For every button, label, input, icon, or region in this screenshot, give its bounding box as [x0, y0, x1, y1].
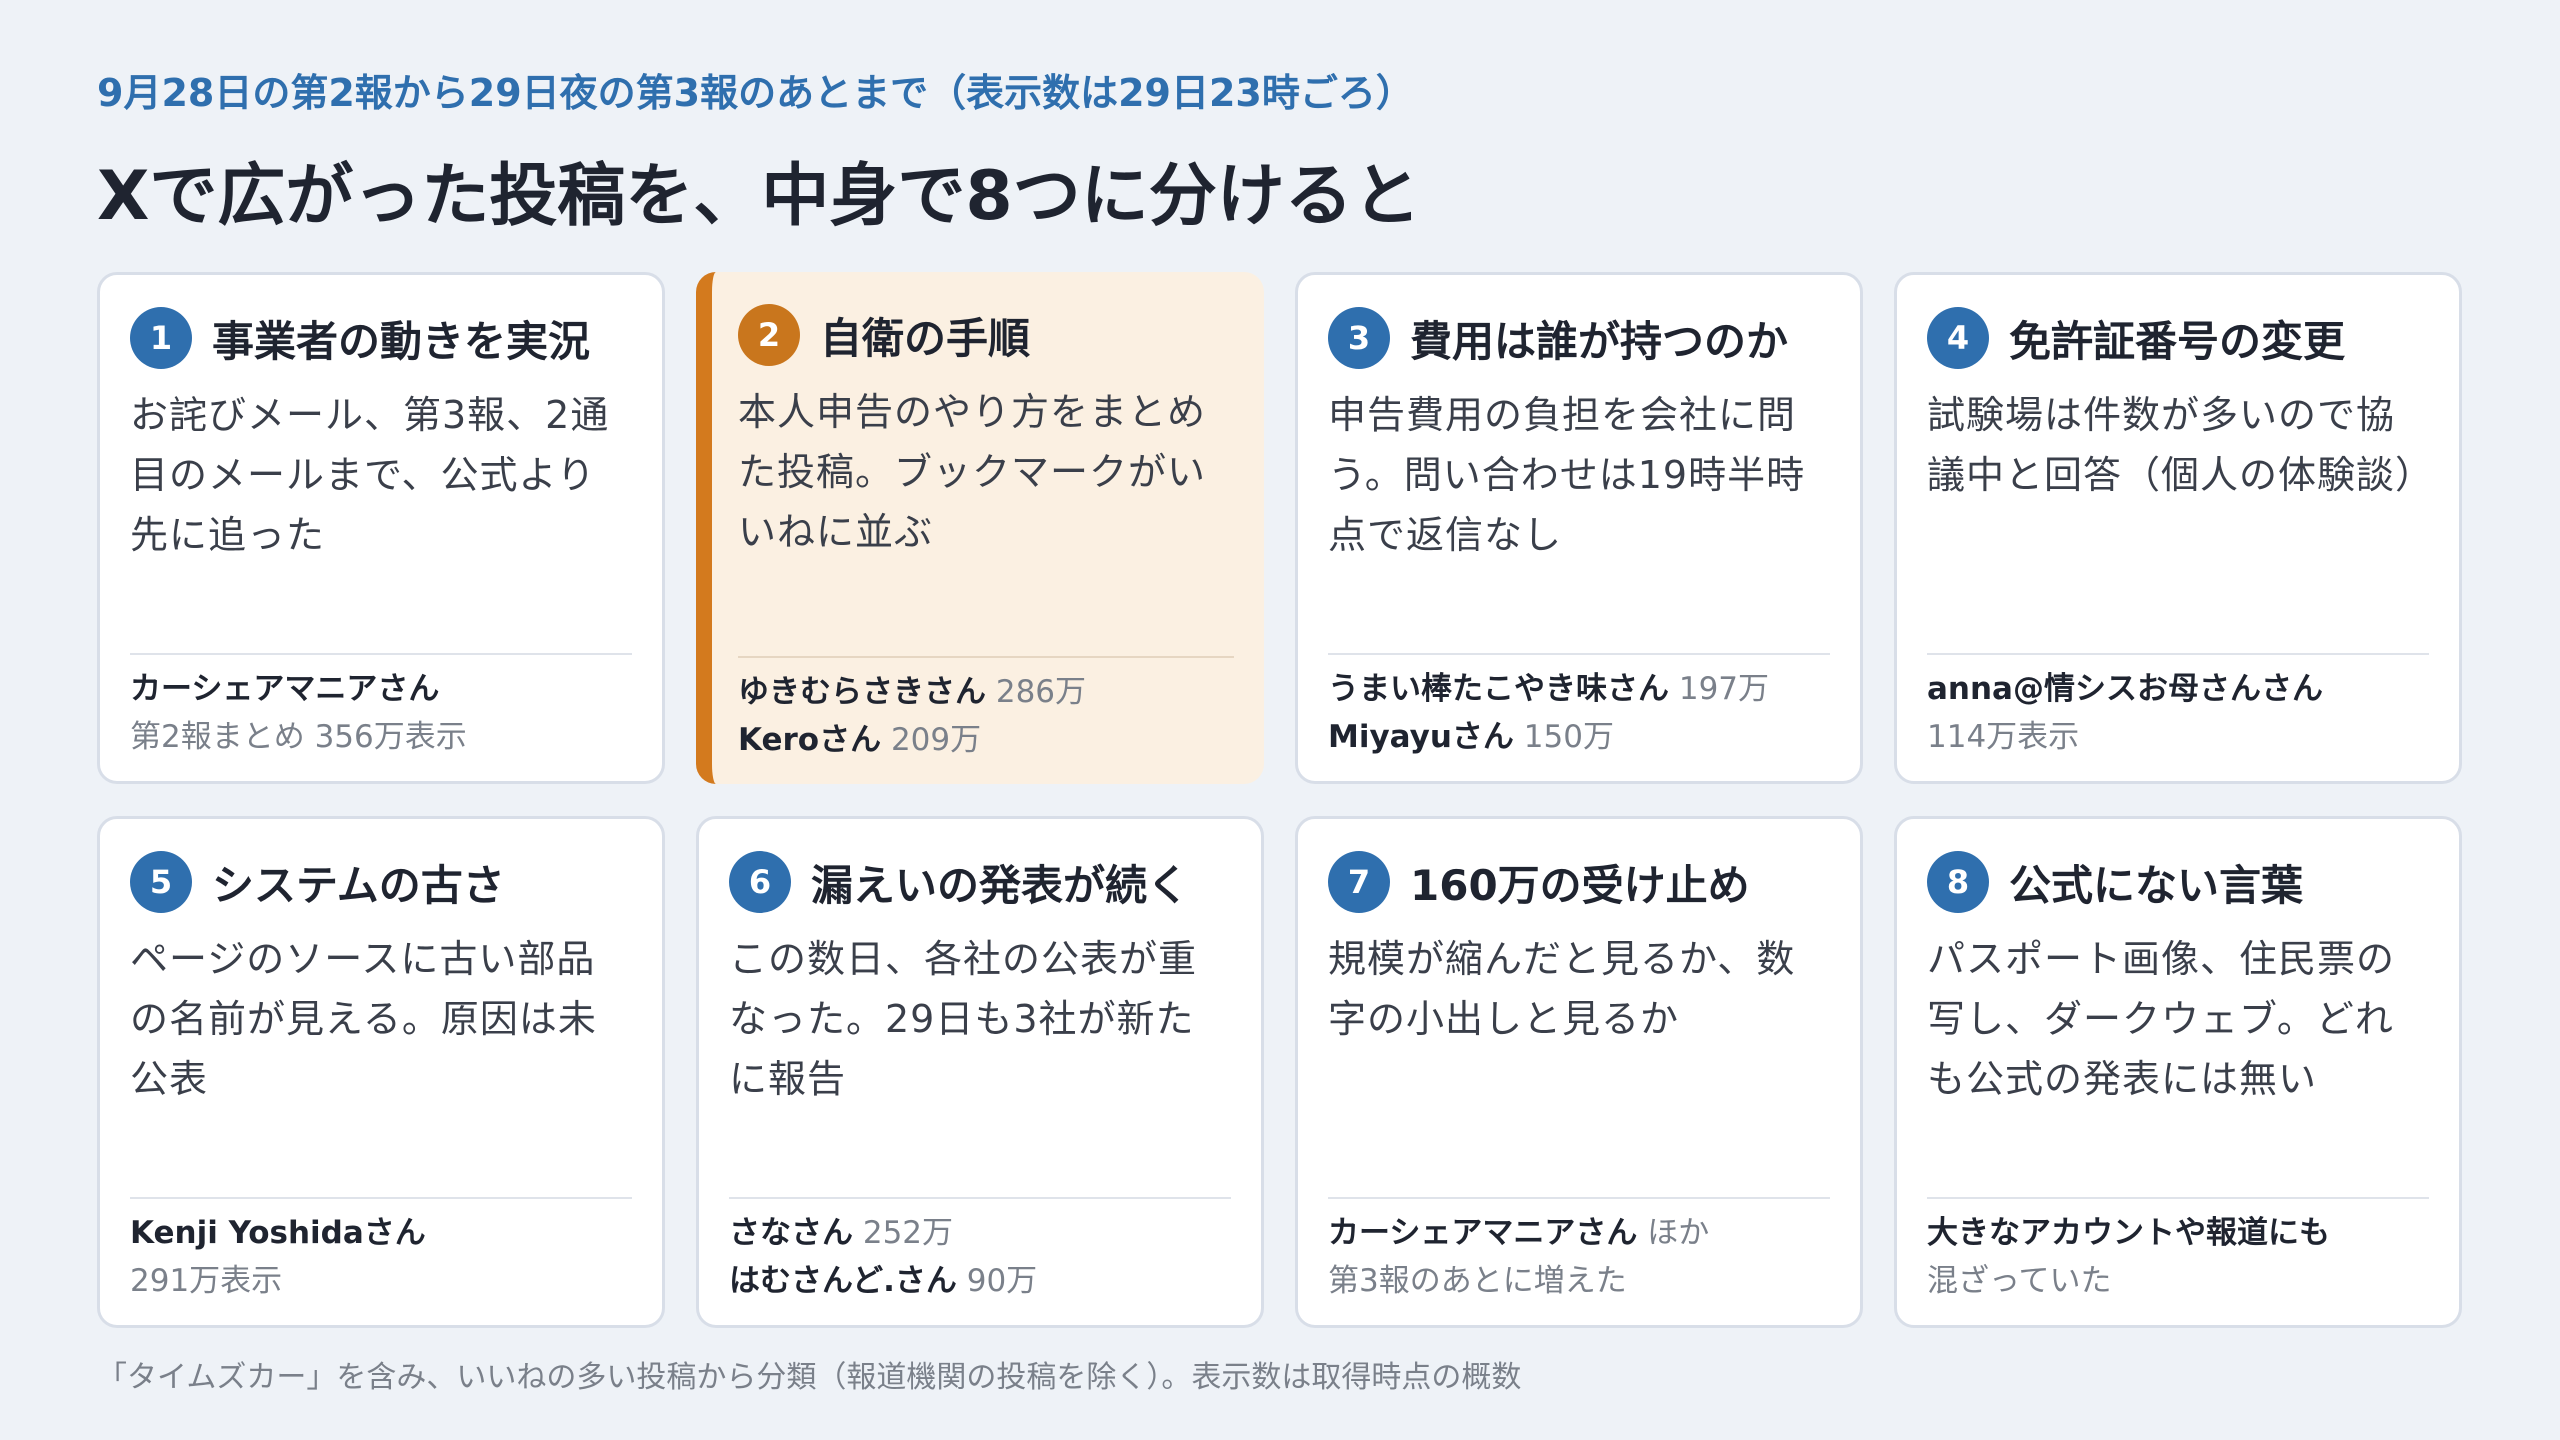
card-description: お詫びメール、第3報、2通目のメールまで、公式より先に追った: [130, 393, 610, 557]
card-title: 漏えいの発表が続く: [811, 860, 1190, 910]
page-subtitle: 9月28日の第2報から29日夜の第3報のあとまで（表示数は29日23時ごろ）: [97, 71, 1414, 115]
number-badge: 8: [1927, 851, 1989, 913]
card-header: 4 免許証番号の変更: [1927, 305, 2429, 371]
card-header: 8 公式にない言葉: [1927, 849, 2429, 915]
card-footer: カーシェアマニアさん ほか 第3報のあとに増えた: [1328, 1197, 1830, 1305]
card-description: 規模が縮んだと見るか、数字の小出しと見るか: [1328, 937, 1796, 1041]
card-header: 5 システムの古さ: [130, 849, 632, 915]
card-footer: うまい棒たこやき味さん 197万 Miyayuさん 150万: [1328, 653, 1830, 761]
category-card-6: 6 漏えいの発表が続く この数日、各社の公表が重なった。29日も3社が新たに報告…: [696, 816, 1264, 1328]
footer-line: 第3報のあとに増えた: [1328, 1257, 1830, 1305]
category-card-8: 8 公式にない言葉 パスポート画像、住民票の写し、ダークウェブ。どれも公式の発表…: [1894, 816, 2462, 1328]
card-header: 1 事業者の動きを実況: [130, 305, 632, 371]
card-footer: カーシェアマニアさん 第2報まとめ 356万表示: [130, 653, 632, 761]
view-count: 114万表示: [1927, 719, 2080, 755]
card-description: 試験場は件数が多いので協議中と回答（個人の体験談）: [1927, 393, 2435, 497]
card-header: 3 費用は誰が持つのか: [1328, 305, 1830, 371]
card-description: 申告費用の負担を会社に問う。問い合わせは19時半時点で返信なし: [1328, 393, 1806, 557]
number-badge: 1: [130, 307, 192, 369]
number-badge: 4: [1927, 307, 1989, 369]
number-badge: 3: [1328, 307, 1390, 369]
category-grid: 1 事業者の動きを実況 お詫びメール、第3報、2通目のメールまで、公式より先に追…: [97, 272, 2463, 1328]
view-count: 第2報まとめ 356万表示: [130, 719, 467, 755]
view-count: ほか: [1647, 1215, 1710, 1251]
card-description: 本人申告のやり方をまとめた投稿。ブックマークがいいねに並ぶ: [738, 390, 1207, 554]
footer-line: Keroさん 209万: [738, 716, 1234, 764]
footer-line: はむさんど.さん 90万: [729, 1257, 1231, 1305]
view-count: 286万: [995, 674, 1087, 710]
footer-line: ゆきむらさきさん 286万: [738, 668, 1234, 716]
account-name: ゆきむらさきさん: [738, 674, 986, 710]
account-name: 大きなアカウントや報道にも: [1927, 1215, 2330, 1251]
card-description: パスポート画像、住民票の写し、ダークウェブ。どれも公式の発表には無い: [1927, 937, 2396, 1101]
footer-line: さなさん 252万: [729, 1209, 1231, 1257]
footer-line: Miyayuさん 150万: [1328, 713, 1830, 761]
view-count: 第3報のあとに増えた: [1328, 1263, 1627, 1299]
footnote: 「タイムズカー」を含み、いいねの多い投稿から分類（報道機関の投稿を除く）。表示数…: [97, 1360, 1522, 1395]
view-count: 291万表示: [130, 1263, 283, 1299]
number-badge: 5: [130, 851, 192, 913]
footer-line: Kenji Yoshidaさん: [130, 1209, 632, 1257]
view-count: 150万: [1523, 719, 1614, 755]
view-count: 209万: [890, 722, 982, 758]
category-card-3: 3 費用は誰が持つのか 申告費用の負担を会社に問う。問い合わせは19時半時点で返…: [1295, 272, 1863, 784]
account-name: Kenji Yoshidaさん: [130, 1215, 426, 1251]
footer-line: 114万表示: [1927, 713, 2429, 761]
footer-line: 第2報まとめ 356万表示: [130, 713, 632, 761]
card-footer: ゆきむらさきさん 286万 Keroさん 209万: [738, 656, 1234, 764]
view-count: 混ざっていた: [1927, 1263, 2112, 1299]
account-name: カーシェアマニアさん: [1328, 1215, 1638, 1251]
card-header: 7 160万の受け止め: [1328, 849, 1830, 915]
category-card-2: 2 自衛の手順 本人申告のやり方をまとめた投稿。ブックマークがいいねに並ぶ ゆき…: [696, 272, 1264, 784]
account-name: はむさんど.さん: [729, 1263, 957, 1299]
account-name: うまい棒たこやき味さん: [1328, 671, 1669, 707]
category-card-7: 7 160万の受け止め 規模が縮んだと見るか、数字の小出しと見るか カーシェアマ…: [1295, 816, 1863, 1328]
card-header: 6 漏えいの発表が続く: [729, 849, 1231, 915]
footer-line: 混ざっていた: [1927, 1257, 2429, 1305]
category-card-4: 4 免許証番号の変更 試験場は件数が多いので協議中と回答（個人の体験談） ann…: [1894, 272, 2462, 784]
card-description: ページのソースに古い部品の名前が見える。原因は未公表: [130, 937, 597, 1101]
card-title: 自衛の手順: [820, 313, 1031, 363]
footer-line: うまい棒たこやき味さん 197万: [1328, 665, 1830, 713]
view-count: 90万: [966, 1263, 1038, 1299]
number-badge: 6: [729, 851, 791, 913]
number-badge: 2: [738, 304, 800, 366]
view-count: 252万: [862, 1215, 954, 1251]
card-title: 免許証番号の変更: [2009, 316, 2346, 366]
account-name: anna@情シスお母さんさん: [1927, 671, 2323, 707]
card-title: システムの古さ: [212, 860, 505, 910]
footer-line: カーシェアマニアさん: [130, 665, 632, 713]
card-footer: Kenji Yoshidaさん 291万表示: [130, 1197, 632, 1305]
account-name: さなさん: [729, 1215, 853, 1251]
card-header: 2 自衛の手順: [738, 302, 1234, 368]
account-name: Keroさん: [738, 722, 882, 758]
card-footer: anna@情シスお母さんさん 114万表示: [1927, 653, 2429, 761]
footer-line: 大きなアカウントや報道にも: [1927, 1209, 2429, 1257]
card-footer: さなさん 252万 はむさんど.さん 90万: [729, 1197, 1231, 1305]
account-name: Miyayuさん: [1328, 719, 1514, 755]
page-title: Xで広がった投稿を、中身で8つに分けると: [97, 157, 1421, 236]
card-title: 公式にない言葉: [2009, 860, 2304, 910]
card-footer: 大きなアカウントや報道にも 混ざっていた: [1927, 1197, 2429, 1305]
footer-line: カーシェアマニアさん ほか: [1328, 1209, 1830, 1257]
card-title: 費用は誰が持つのか: [1410, 316, 1789, 366]
card-title: 160万の受け止め: [1410, 860, 1750, 910]
view-count: 197万: [1678, 671, 1770, 707]
footer-line: anna@情シスお母さんさん: [1927, 665, 2429, 713]
number-badge: 7: [1328, 851, 1390, 913]
card-title: 事業者の動きを実況: [212, 316, 591, 366]
account-name: カーシェアマニアさん: [130, 671, 440, 707]
card-description: この数日、各社の公表が重なった。29日も3社が新たに報告: [729, 937, 1198, 1101]
footer-line: 291万表示: [130, 1257, 632, 1305]
category-card-1: 1 事業者の動きを実況 お詫びメール、第3報、2通目のメールまで、公式より先に追…: [97, 272, 665, 784]
category-card-5: 5 システムの古さ ページのソースに古い部品の名前が見える。原因は未公表 Ken…: [97, 816, 665, 1328]
